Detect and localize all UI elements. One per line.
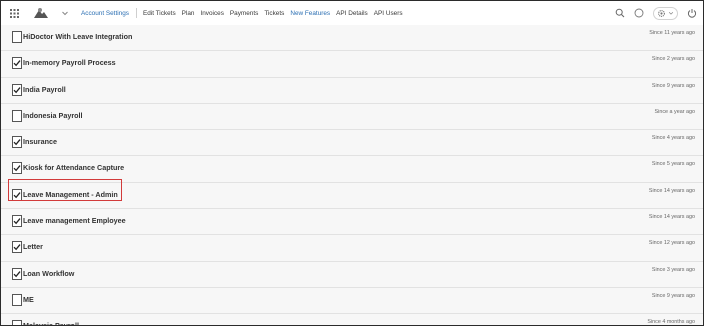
feature-since: Since 12 years ago	[648, 240, 695, 247]
nav-separator	[135, 8, 137, 18]
gear-icon	[658, 9, 665, 17]
feature-name: Malaysia Payroll	[23, 321, 79, 326]
chevron-down-icon	[668, 11, 674, 15]
nav-item-payments[interactable]: Payments	[230, 10, 258, 17]
feature-row: Malaysia Payroll Since 4 months ago	[1, 314, 703, 326]
feature-name: Loan Workflow	[23, 268, 75, 278]
feature-name: HiDoctor With Leave Integration	[23, 32, 133, 41]
feature-name: Leave management Employee	[23, 216, 126, 226]
feature-since: Since 4 years ago	[651, 135, 695, 142]
feature-checkbox[interactable]	[12, 136, 22, 149]
feature-row: In-memory Payroll Process Since 2 years a…	[1, 51, 703, 78]
feature-since: Since 4 months ago	[647, 319, 695, 326]
nav-item-api-details[interactable]: API Details	[336, 10, 368, 17]
feature-checkbox[interactable]	[12, 31, 22, 43]
checkmark-icon	[13, 270, 21, 277]
feature-name: Letter	[23, 242, 43, 252]
checkmark-icon	[13, 218, 21, 225]
nav-item-account-settings[interactable]: Account Settings	[81, 10, 129, 17]
checkmark-icon	[13, 86, 21, 93]
nav-item-new-features[interactable]: New Features	[290, 10, 330, 17]
nav-item-tickets[interactable]: Tickets	[264, 10, 284, 17]
feature-since: Since 5 years ago	[651, 161, 695, 168]
feature-row: Kiosk for Attendance Capture Since 5 year…	[1, 156, 703, 183]
nav-menu: Account Settings Edit Tickets Plan Invoices…	[81, 1, 409, 25]
feature-checkbox[interactable]	[12, 241, 22, 254]
apps-grid-icon[interactable]	[10, 9, 19, 18]
feature-row: Loan Workflow Since 3 years ago	[1, 261, 703, 288]
feature-row: Letter Since 12 years ago	[1, 235, 703, 262]
feature-checkbox[interactable]	[12, 320, 22, 325]
checkmark-icon	[13, 60, 21, 67]
feature-row: Leave Management - Admin Since 14 years a…	[1, 182, 703, 210]
checkmark-icon	[13, 139, 21, 146]
feature-row: Indonesia Payroll Since a year ago	[1, 103, 703, 131]
feature-checkbox[interactable]	[12, 188, 22, 201]
feature-checkbox[interactable]	[12, 267, 22, 280]
feature-since: Since 9 years ago	[651, 292, 695, 299]
feature-since: Since 14 years ago	[648, 187, 695, 194]
feature-checkbox[interactable]	[12, 293, 22, 306]
feature-name: ME	[23, 294, 34, 304]
nav-item-api-users[interactable]: API Users	[374, 10, 403, 17]
chevron-down-icon[interactable]	[61, 9, 69, 17]
feature-name: In-memory Payroll Process	[23, 58, 116, 68]
feature-row: Leave management Employee Since 14 years …	[1, 209, 703, 236]
feature-checkbox[interactable]	[12, 57, 22, 70]
feature-list: HiDoctor With Leave Integration Since 11 …	[1, 25, 703, 326]
feature-since: Since 14 years ago	[648, 214, 695, 221]
feature-since: Since 2 years ago	[651, 56, 695, 63]
help-icon[interactable]	[634, 8, 644, 18]
feature-name: Indonesia Payroll	[23, 110, 83, 120]
feature-row: Insurance Since 4 years ago	[1, 130, 703, 157]
feature-checkbox[interactable]	[12, 83, 22, 96]
settings-menu[interactable]	[653, 6, 678, 20]
nav-item-edit-tickets[interactable]: Edit Tickets	[143, 10, 176, 17]
power-icon[interactable]	[687, 8, 697, 18]
feature-checkbox[interactable]	[12, 162, 22, 175]
feature-row: ME Since 9 years ago	[1, 287, 703, 315]
feature-name: Kiosk for Attendance Capture	[23, 163, 125, 173]
checkmark-icon	[13, 165, 21, 172]
feature-since: Since 11 years ago	[649, 30, 695, 36]
header-actions	[606, 6, 697, 20]
nav-item-plan[interactable]: Plan	[182, 10, 195, 17]
feature-name: India Payroll	[23, 84, 66, 94]
feature-since: Since a year ago	[654, 108, 695, 115]
feature-checkbox[interactable]	[12, 109, 22, 122]
feature-since: Since 9 years ago	[651, 82, 695, 89]
feature-since: Since 3 years ago	[651, 266, 695, 273]
app-window: Account Settings Edit Tickets Plan Invoices…	[0, 0, 704, 326]
search-icon[interactable]	[615, 8, 625, 18]
feature-name: Insurance	[23, 137, 57, 147]
feature-row: HiDoctor With Leave Integration Since 11 …	[1, 25, 703, 52]
feature-checkbox[interactable]	[12, 215, 22, 228]
feature-name: Leave Management - Admin	[23, 189, 118, 199]
top-navigation-bar: Account Settings Edit Tickets Plan Invoices…	[1, 1, 703, 26]
nav-item-invoices[interactable]: Invoices	[200, 10, 223, 17]
checkmark-icon	[13, 244, 21, 251]
feature-row: India Payroll Since 9 years ago	[1, 77, 703, 104]
checkmark-icon	[13, 191, 21, 199]
company-logo[interactable]	[31, 6, 51, 21]
